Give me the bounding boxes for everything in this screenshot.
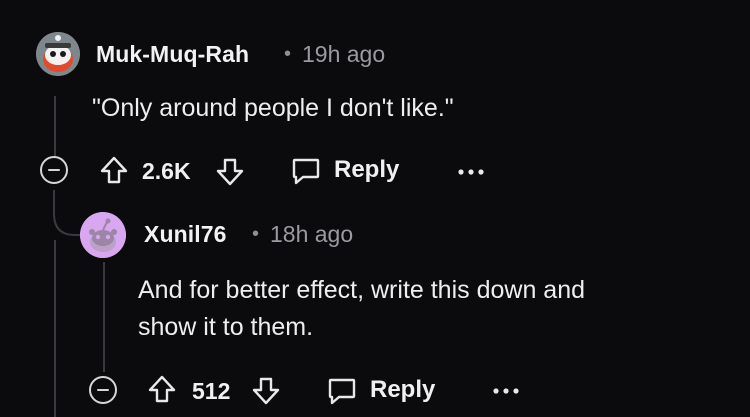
upvote-arrow-icon[interactable] [146,373,178,405]
thread-line-main [54,96,56,158]
more-options-icon[interactable] [455,162,487,182]
vote-score: 512 [192,378,231,404]
snoo-avatar-icon [80,212,126,258]
comment-body-line: show it to them. [138,313,314,341]
comment-author[interactable]: Muk-Muq-Rah [96,41,249,68]
comment-timestamp: 19h ago [302,41,386,67]
comment-author[interactable]: Xunil76 [144,221,227,248]
comment-body: "Only around people I don't like." [92,90,454,127]
upvote-arrow-icon[interactable] [98,154,130,186]
reply-button[interactable]: Reply [290,153,399,187]
avatar[interactable] [36,32,80,76]
separator-dot: • [252,223,260,245]
separator-dot: • [284,43,292,65]
reply-label: Reply [334,156,400,183]
thread-line-reply [103,262,105,372]
vote-score: 2.6K [142,158,191,184]
comment-body: And for better effect, write this down a… [138,272,585,346]
downvote-arrow-icon[interactable] [214,156,246,188]
downvote-arrow-icon[interactable] [250,375,282,407]
thread-line-main-lower [54,240,56,417]
collapse-button[interactable] [40,156,68,184]
comment-body-line: "Only around people I don't like." [92,94,454,122]
more-options-icon[interactable] [490,381,522,401]
reply-button[interactable]: Reply [326,373,435,407]
comment-body-line: And for better effect, write this down a… [138,276,586,304]
avatar[interactable] [80,212,126,258]
reply-label: Reply [370,376,436,403]
comment-bubble-icon [328,378,356,405]
collapse-button[interactable] [89,376,117,404]
comment-timestamp: 18h ago [270,221,354,247]
comment-bubble-icon [292,158,320,185]
snoo-avatar-icon [36,32,80,76]
